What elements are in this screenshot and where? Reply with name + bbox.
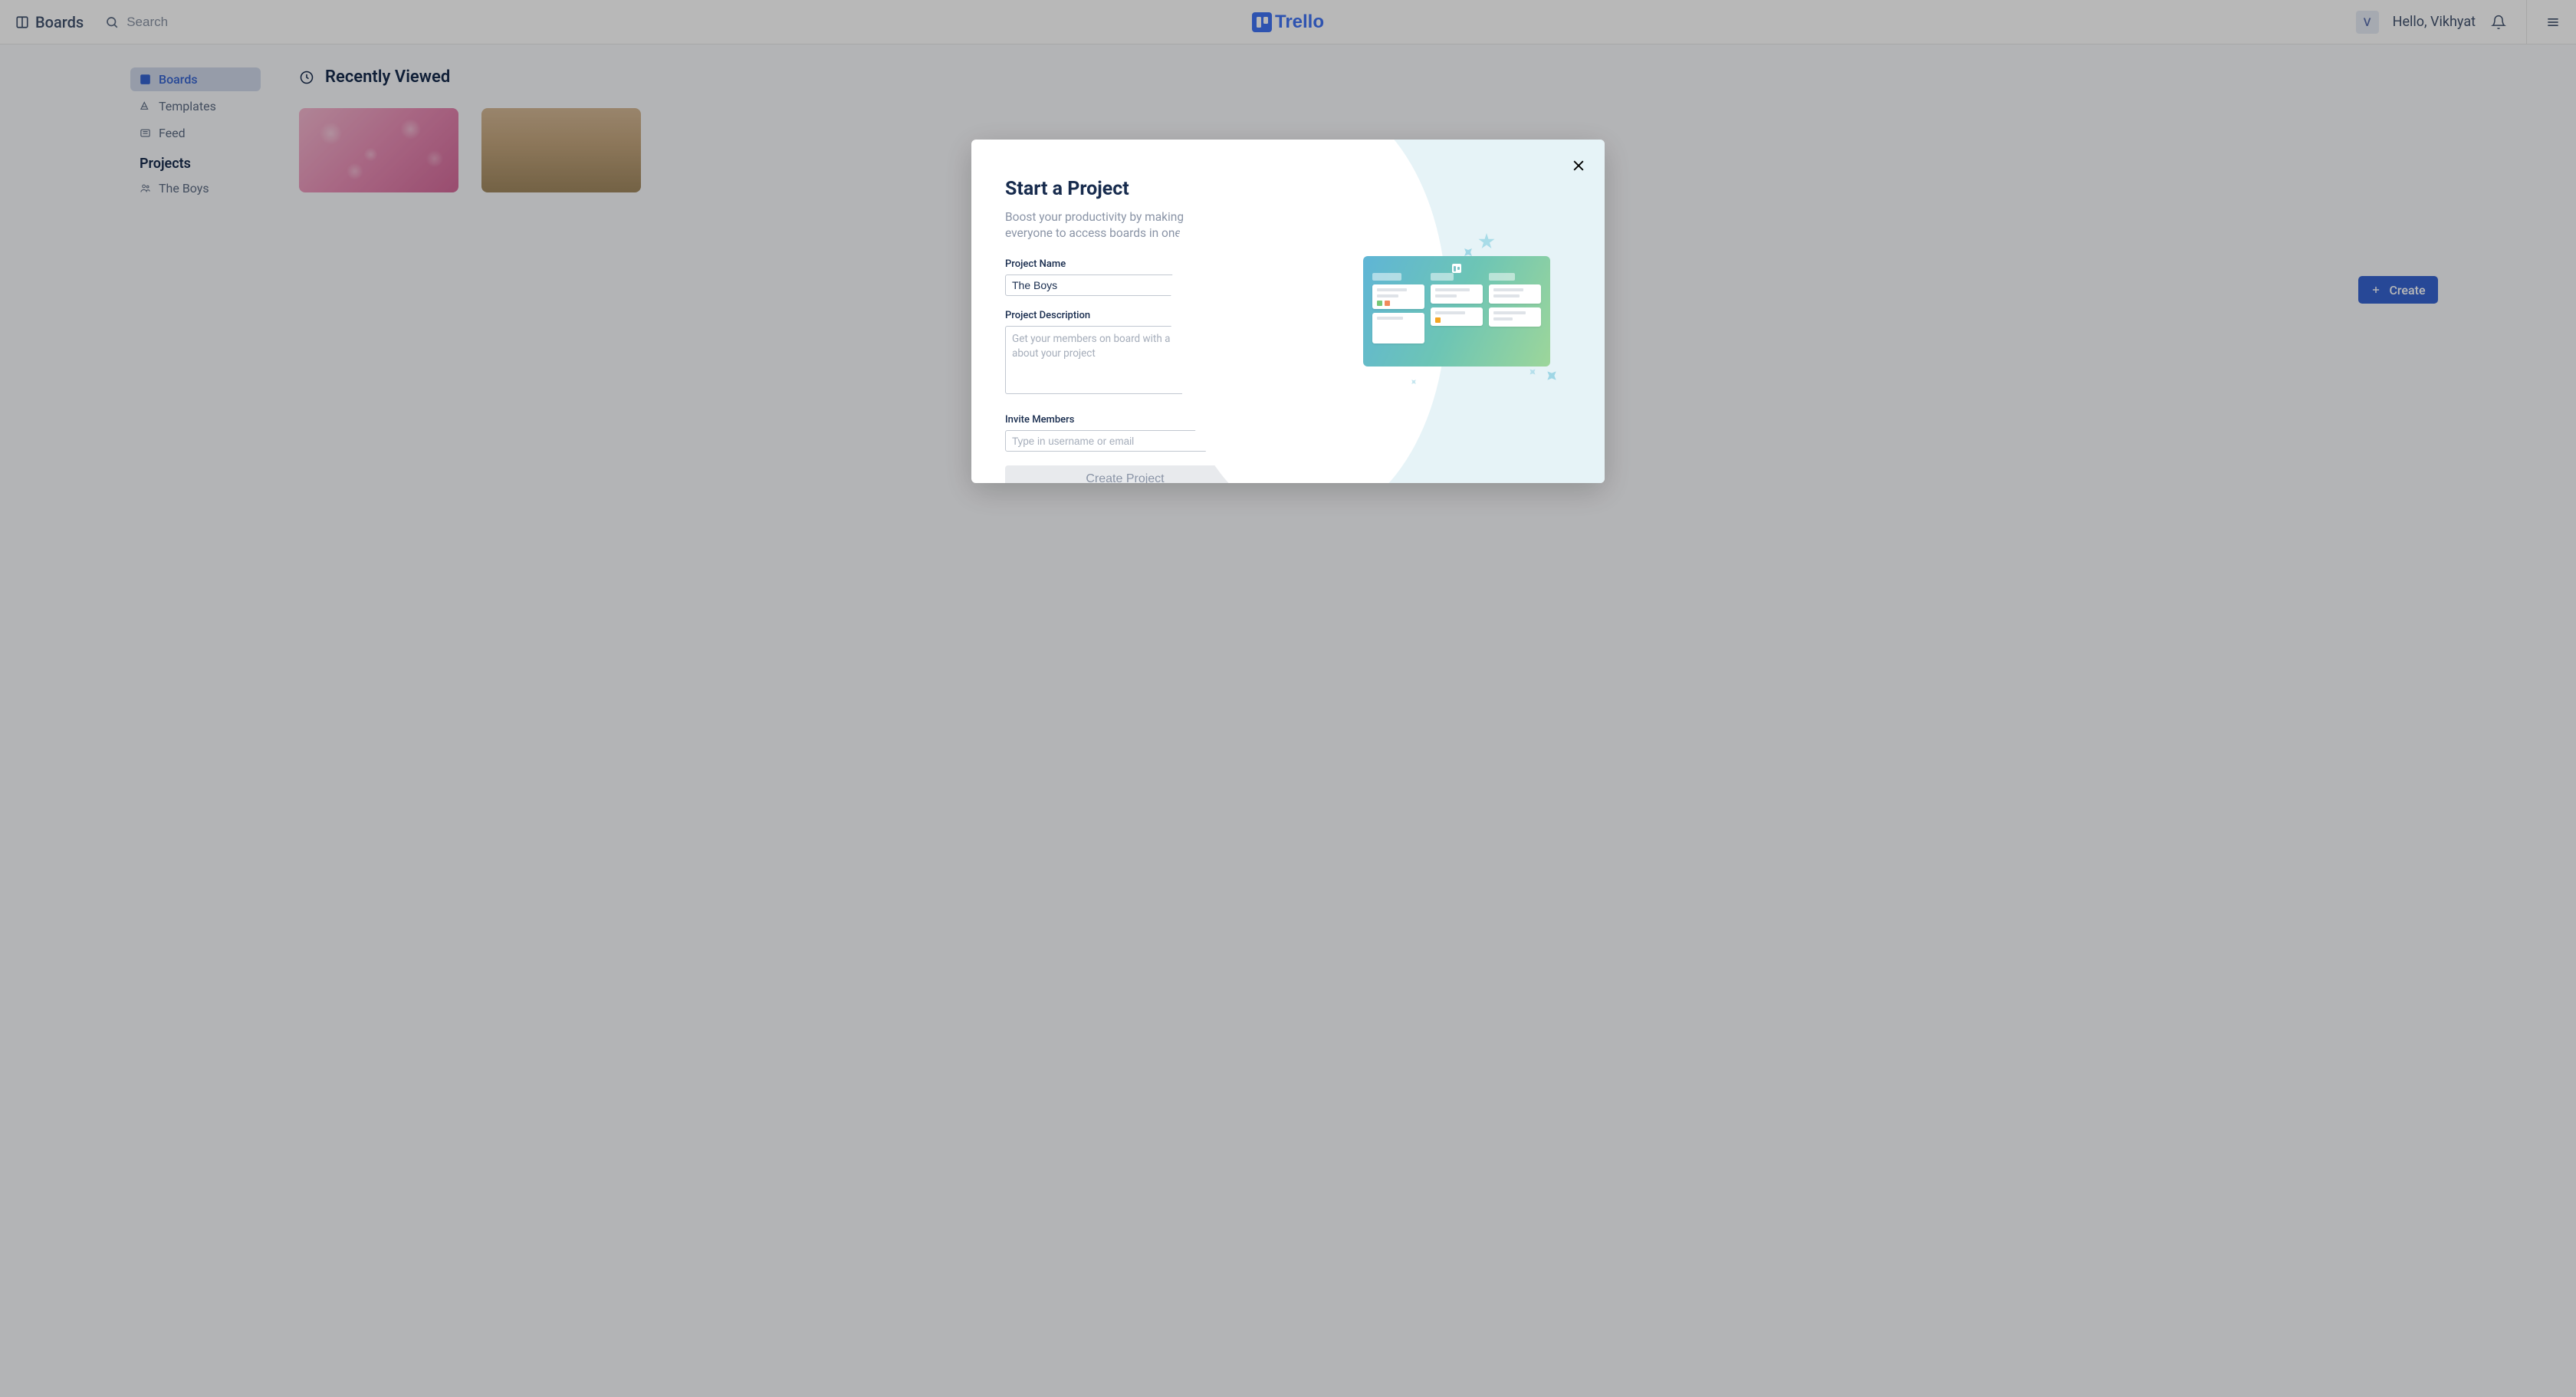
sparkle-icon [1478, 233, 1495, 250]
sparkle-icon [1409, 377, 1418, 386]
sparkle-icon [1527, 367, 1538, 377]
close-icon [1571, 158, 1586, 173]
illustration-logo-icon [1452, 264, 1461, 273]
sparkle-icon [1460, 245, 1476, 260]
sparkle-icon [1543, 367, 1561, 385]
create-project-button[interactable]: Create Project [1005, 465, 1245, 483]
close-button[interactable] [1571, 158, 1586, 173]
board-illustration [1363, 256, 1550, 367]
modal-illustration-panel [1309, 140, 1605, 483]
modal: Start a Project Boost your productivity … [971, 140, 1605, 483]
